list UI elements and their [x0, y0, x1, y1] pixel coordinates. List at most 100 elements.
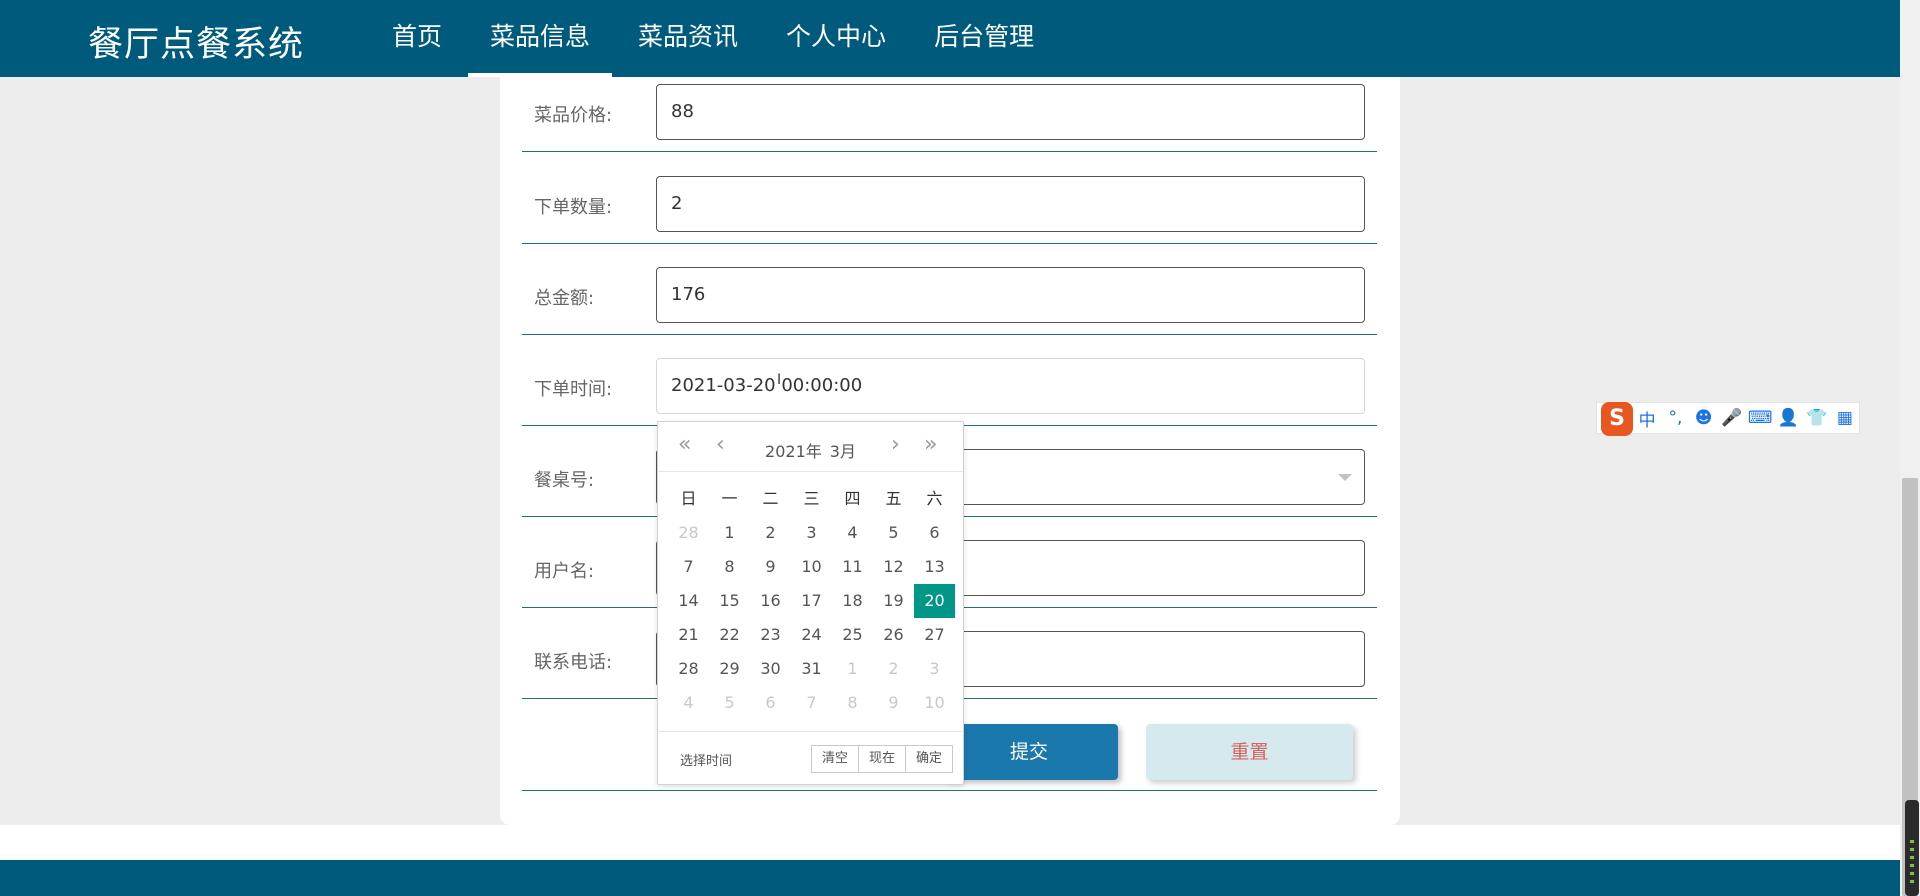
calendar-week-row: 28 1 2 3 4 5 6 [668, 516, 955, 550]
form-row-total: 总金额: 176 [522, 244, 1377, 335]
calendar-day[interactable]: 16 [750, 584, 791, 618]
calendar-day[interactable]: 22 [709, 618, 750, 652]
calendar-day[interactable]: 30 [750, 652, 791, 686]
weekday-label: 三 [803, 489, 820, 508]
calendar-day[interactable]: 4 [832, 516, 873, 550]
next-month-icon[interactable]: › [891, 432, 900, 457]
calendar-day[interactable]: 18 [832, 584, 873, 618]
calendar-day[interactable]: 6 [750, 686, 791, 720]
keyboard-icon[interactable]: ⌨ [1746, 408, 1774, 428]
calendar-day[interactable]: 21 [668, 618, 709, 652]
calendar-week-row: 21 22 23 24 25 26 27 [668, 618, 955, 652]
divider [522, 790, 1377, 791]
calendar-day[interactable]: 29 [709, 652, 750, 686]
calendar-day[interactable]: 2 [873, 652, 914, 686]
now-button[interactable]: 现在 [857, 745, 906, 773]
calendar-day[interactable]: 8 [832, 686, 873, 720]
calendar-day[interactable]: 15 [709, 584, 750, 618]
calendar-day[interactable]: 1 [832, 652, 873, 686]
calendar-day[interactable]: 9 [873, 686, 914, 720]
volume-meter-icon [1905, 800, 1919, 896]
clear-button[interactable]: 清空 [810, 745, 859, 773]
calendar-day[interactable]: 23 [750, 618, 791, 652]
confirm-button[interactable]: 确定 [904, 745, 953, 773]
sogou-logo-icon[interactable]: S [1601, 402, 1634, 436]
ime-toolbar: S 中 °, ☻ 🎤 ⌨ 👤 👕 ▦ [1596, 402, 1860, 436]
calendar-day[interactable]: 12 [873, 550, 914, 584]
punctuation-icon[interactable]: °, [1661, 408, 1689, 428]
weekday-label: 二 [762, 489, 779, 508]
calendar-day[interactable]: 24 [791, 618, 832, 652]
form-row-quantity: 下单数量: 2 [522, 153, 1377, 244]
calendar-week-row: 4 5 6 7 8 9 10 [668, 686, 955, 720]
form-row-order-time: 下单时间: 2021-03-20 00:00:00 [522, 335, 1377, 426]
skin-icon[interactable]: 👕 [1803, 408, 1831, 428]
weekday-label: 四 [844, 489, 861, 508]
footer-bar [0, 860, 1900, 896]
calendar-day[interactable]: 25 [832, 618, 873, 652]
chinese-mode-icon[interactable]: 中 [1633, 406, 1661, 431]
toolbox-icon[interactable]: ▦ [1831, 408, 1859, 428]
calendar-day[interactable]: 17 [791, 584, 832, 618]
select-time-link[interactable]: 选择时间 [680, 750, 732, 769]
weekday-label: 一 [721, 489, 738, 508]
price-label: 菜品价格: [534, 105, 613, 126]
calendar-day[interactable]: 14 [668, 584, 709, 618]
calendar-day[interactable]: 13 [914, 550, 955, 584]
quantity-input[interactable]: 2 [656, 176, 1365, 232]
weekday-label: 日 [680, 489, 697, 508]
total-input[interactable]: 176 [656, 267, 1365, 323]
year-select[interactable]: 2021年 [765, 442, 822, 461]
calendar-day[interactable]: 3 [914, 652, 955, 686]
calendar-day-selected[interactable]: 20 [914, 584, 955, 618]
calendar-day[interactable]: 11 [832, 550, 873, 584]
submit-button[interactable]: 提交 [940, 724, 1118, 780]
microphone-icon[interactable]: 🎤 [1718, 408, 1746, 428]
form-row-price: 菜品价格: 88 [522, 61, 1377, 152]
calendar-day[interactable]: 31 [791, 652, 832, 686]
nav-item-home[interactable]: 首页 [370, 0, 464, 77]
date-picker-actions: 清空 现在 确定 [810, 745, 953, 773]
weekday-label: 五 [885, 489, 902, 508]
calendar-week-row: 28 29 30 31 1 2 3 [668, 652, 955, 686]
calendar-day[interactable]: 7 [791, 686, 832, 720]
calendar-days: 28 1 2 3 4 5 6 7 8 9 10 11 12 13 14 15 16 17 18 19 20 21 22 23 2… [668, 516, 955, 720]
calendar-day[interactable]: 5 [709, 686, 750, 720]
user-icon[interactable]: 👤 [1774, 408, 1802, 428]
calendar-day[interactable]: 10 [914, 686, 955, 720]
calendar-day[interactable]: 6 [914, 516, 955, 550]
username-label: 用户名: [534, 561, 595, 582]
calendar-day[interactable]: 2 [750, 516, 791, 550]
weekday-header: 日 一 二 三 四 五 六 [668, 482, 955, 516]
table-no-label: 餐桌号: [534, 470, 595, 491]
calendar-day[interactable]: 5 [873, 516, 914, 550]
calendar-day[interactable]: 19 [873, 584, 914, 618]
month-select[interactable]: 3月 [830, 442, 856, 461]
date-picker-header: « ‹ 2021年 3月 › » [658, 422, 963, 472]
calendar-week-row: 7 8 9 10 11 12 13 [668, 550, 955, 584]
calendar-day[interactable]: 4 [668, 686, 709, 720]
calendar-day[interactable]: 28 [668, 516, 709, 550]
emoji-icon[interactable]: ☻ [1690, 408, 1718, 428]
reset-button[interactable]: 重置 [1146, 724, 1353, 780]
price-input[interactable]: 88 [656, 84, 1365, 140]
date-picker-popup: « ‹ 2021年 3月 › » 日 一 二 三 四 五 六 28 1 2 3 4 5 6 7 8… [657, 421, 964, 785]
site-logo[interactable]: 餐厅点餐系统 [88, 16, 304, 67]
calendar-grid: 日 一 二 三 四 五 六 28 1 2 3 4 5 6 7 8 9 10 11 12 13 14 15 16 1… [668, 482, 955, 720]
calendar-day[interactable]: 7 [668, 550, 709, 584]
calendar-day[interactable]: 1 [709, 516, 750, 550]
calendar-day[interactable]: 9 [750, 550, 791, 584]
total-label: 总金额: [534, 288, 595, 309]
calendar-day[interactable]: 28 [668, 652, 709, 686]
calendar-day[interactable]: 8 [709, 550, 750, 584]
calendar-day[interactable]: 26 [873, 618, 914, 652]
order-time-input[interactable]: 2021-03-20 00:00:00 [656, 358, 1365, 414]
weekday-label: 六 [926, 489, 943, 508]
calendar-day[interactable]: 3 [791, 516, 832, 550]
calendar-day[interactable]: 10 [791, 550, 832, 584]
calendar-week-row: 14 15 16 17 18 19 20 [668, 584, 955, 618]
calendar-day[interactable]: 27 [914, 618, 955, 652]
quantity-label: 下单数量: [534, 197, 613, 218]
next-year-icon[interactable]: » [924, 432, 937, 457]
footer-spacer [0, 825, 1900, 860]
